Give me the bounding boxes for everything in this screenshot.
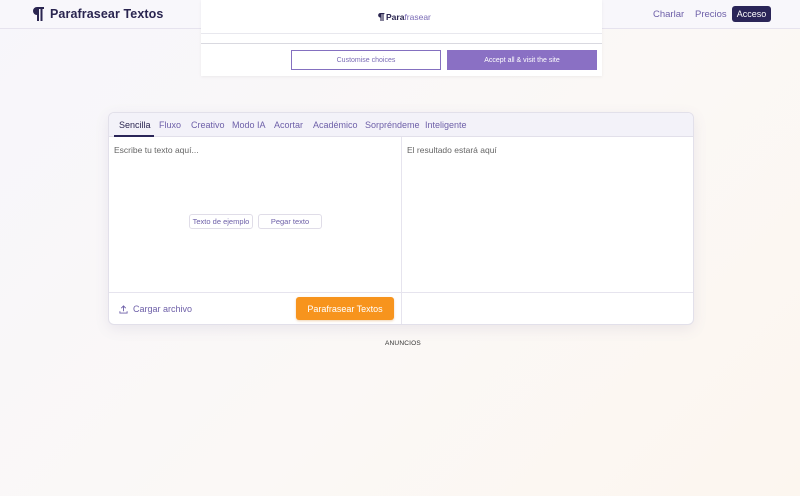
pilcrow-icon bbox=[33, 7, 44, 21]
upload-file-label: Cargar archivo bbox=[133, 304, 193, 314]
sample-text-button[interactable]: Texto de ejemplo bbox=[189, 214, 253, 229]
upload-icon bbox=[119, 304, 128, 314]
consent-logo-part2: frasear bbox=[404, 12, 431, 22]
footer-divider bbox=[109, 292, 693, 293]
tab-academico[interactable]: Académico bbox=[313, 120, 358, 130]
pane-divider bbox=[401, 137, 402, 324]
active-tab-indicator bbox=[114, 135, 154, 137]
tab-modo-ia[interactable]: Modo IA bbox=[232, 120, 266, 130]
accept-all-button[interactable]: Accept all & visit the site bbox=[447, 50, 597, 70]
paraphrase-button[interactable]: Parafrasear Textos bbox=[296, 297, 394, 320]
consent-divider bbox=[201, 43, 602, 44]
site-logo[interactable]: Parafrasear Textos bbox=[31, 6, 163, 22]
tab-acortar[interactable]: Acortar bbox=[274, 120, 303, 130]
mode-tabs: Sencilla Fluxo Creativo Modo IA Acortar … bbox=[109, 113, 693, 137]
consent-logo: Para frasear bbox=[377, 11, 431, 23]
nav-link-charlar[interactable]: Charlar bbox=[653, 9, 684, 20]
output-area: El resultado estará aquí bbox=[407, 145, 497, 155]
logo-text: Parafrasear Textos bbox=[50, 7, 164, 21]
tab-sorprendeme[interactable]: Sorpréndeme bbox=[365, 120, 420, 130]
consent-logo-part1: Para bbox=[386, 12, 405, 22]
paraphrase-editor: Sencilla Fluxo Creativo Modo IA Acortar … bbox=[108, 112, 694, 325]
login-button[interactable]: Acceso bbox=[732, 6, 771, 22]
tab-creativo[interactable]: Creativo bbox=[191, 120, 225, 130]
customise-choices-button[interactable]: Customise choices bbox=[291, 50, 441, 70]
paste-text-button[interactable]: Pegar texto bbox=[258, 214, 322, 229]
input-textarea[interactable]: Escribe tu texto aquí... bbox=[114, 145, 199, 155]
cookie-consent-dialog: Para frasear Customise choices Accept all… bbox=[201, 0, 602, 76]
tab-inteligente[interactable]: Inteligente bbox=[425, 120, 467, 130]
pilcrow-icon bbox=[378, 13, 385, 21]
ads-label: ANUNCIOS bbox=[385, 340, 421, 347]
upload-file-button[interactable]: Cargar archivo bbox=[119, 303, 192, 315]
tab-fluxo[interactable]: Fluxo bbox=[159, 120, 181, 130]
nav-link-precios[interactable]: Precios bbox=[695, 9, 727, 20]
tab-sencilla[interactable]: Sencilla bbox=[119, 120, 151, 130]
